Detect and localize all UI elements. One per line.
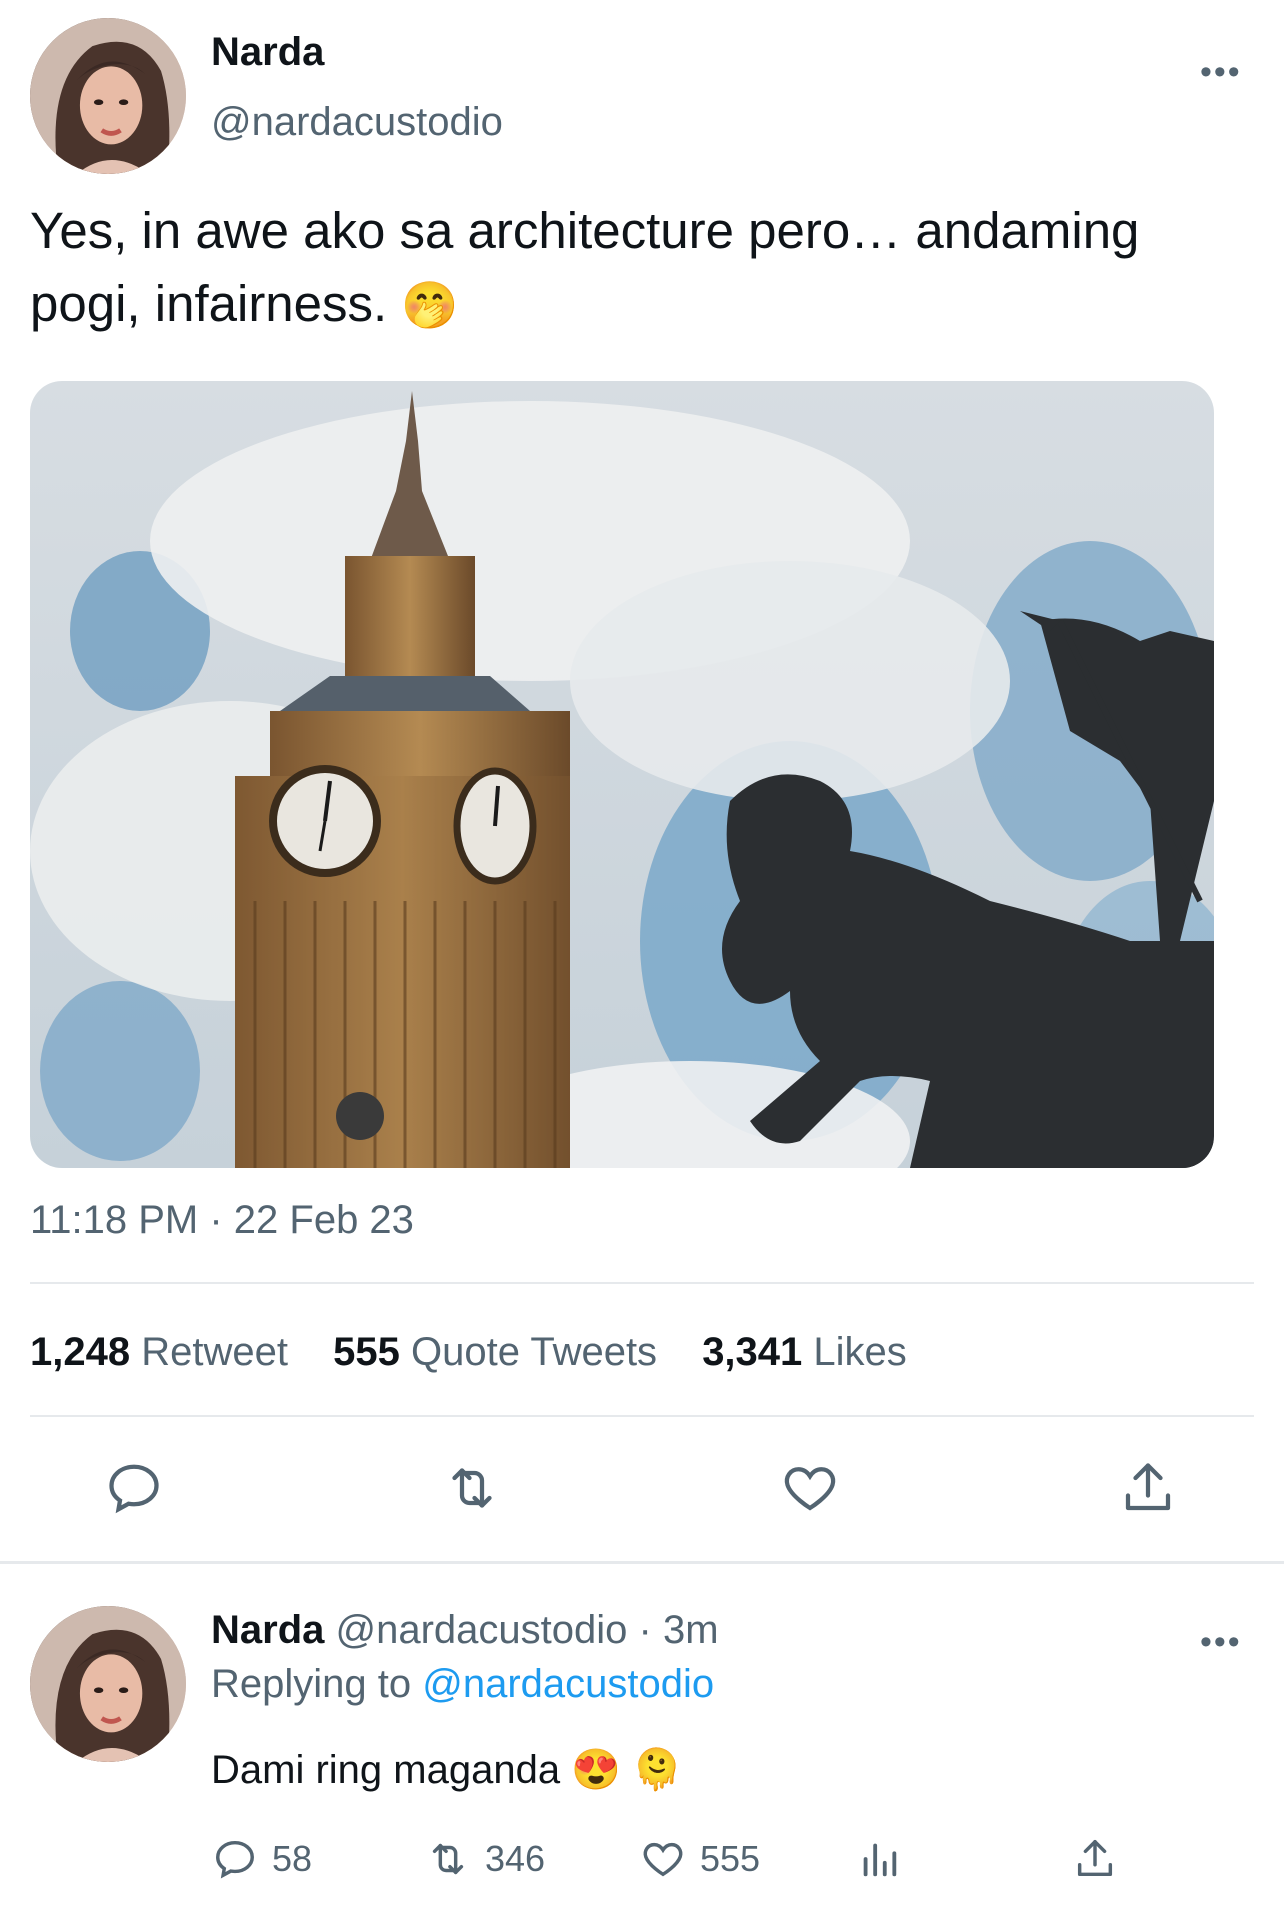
analytics-icon	[863, 1843, 897, 1877]
reply-time: · 3m	[638, 1608, 719, 1652]
likes-stat[interactable]: 3,341 Likes	[702, 1330, 907, 1374]
replying-to-line: Replying to @nardacustodio	[211, 1662, 714, 1707]
replies-count: 58	[272, 1838, 313, 1879]
author-handle[interactable]: @nardacustodio	[211, 100, 503, 145]
tweet-timestamp[interactable]: 11:18 PM · 22 Feb 23	[30, 1198, 414, 1243]
tweet-text: Yes, in awe ako sa architecture pero… an…	[30, 194, 1260, 342]
share-icon[interactable]	[1118, 1458, 1178, 1518]
retweets-count: 346	[485, 1838, 546, 1879]
replying-to-handle[interactable]: @nardacustodio	[422, 1662, 714, 1706]
replying-to-label: Replying to	[211, 1662, 412, 1706]
heart-eyes-emoji: 😍	[571, 1748, 621, 1792]
reply-likes-button[interactable]: 555	[640, 1836, 760, 1882]
tweet-image[interactable]	[30, 381, 1214, 1168]
reply-retweets-button[interactable]: 346	[425, 1836, 545, 1882]
likes-label: Likes	[813, 1330, 907, 1374]
author-name[interactable]: Narda	[211, 30, 324, 75]
like-icon	[643, 1842, 683, 1877]
reply-header: Narda @nardacustodio · 3m	[211, 1608, 719, 1653]
tweet-body: Yes, in awe ako sa architecture pero… an…	[30, 202, 1140, 332]
retweet-icon	[432, 1843, 464, 1875]
quotes-label: Quote Tweets	[410, 1330, 658, 1374]
reply-author-handle[interactable]: @nardacustodio	[336, 1608, 628, 1652]
melting-face-emoji: 🫠	[632, 1748, 682, 1792]
divider	[0, 1561, 1284, 1564]
retweets-label: Retweet	[141, 1330, 288, 1374]
reply-more-options-icon[interactable]: •••	[1200, 1625, 1242, 1659]
tweet-stats: 1,248 Retweet 555 Quote Tweets 3,341 Lik…	[30, 1330, 941, 1375]
quotes-count: 555	[333, 1330, 400, 1374]
author-avatar[interactable]	[30, 18, 186, 174]
divider	[30, 1415, 1254, 1417]
likes-count: 555	[700, 1838, 761, 1879]
retweets-stat[interactable]: 1,248 Retweet	[30, 1330, 299, 1374]
reply-body: Dami ring maganda	[211, 1748, 561, 1792]
retweet-icon[interactable]	[442, 1458, 502, 1518]
reply-replies-button[interactable]: 58	[212, 1836, 312, 1882]
reply-share-button[interactable]	[1072, 1836, 1118, 1882]
likes-count: 3,341	[702, 1330, 803, 1374]
more-options-icon[interactable]: •••	[1200, 55, 1242, 89]
reply-author-avatar[interactable]	[30, 1606, 186, 1762]
hand-over-mouth-emoji: 🤭	[401, 279, 459, 331]
reply-text: Dami ring maganda 😍 🫠	[211, 1746, 682, 1793]
reply-analytics-button[interactable]	[856, 1836, 902, 1882]
reply-icon[interactable]	[104, 1458, 164, 1518]
retweets-count: 1,248	[30, 1330, 131, 1374]
quotes-stat[interactable]: 555 Quote Tweets	[333, 1330, 668, 1374]
reply-icon	[216, 1840, 254, 1879]
reply-author-name[interactable]: Narda	[211, 1608, 324, 1652]
share-icon	[1077, 1840, 1113, 1877]
like-icon[interactable]	[780, 1458, 840, 1518]
divider	[30, 1282, 1254, 1284]
